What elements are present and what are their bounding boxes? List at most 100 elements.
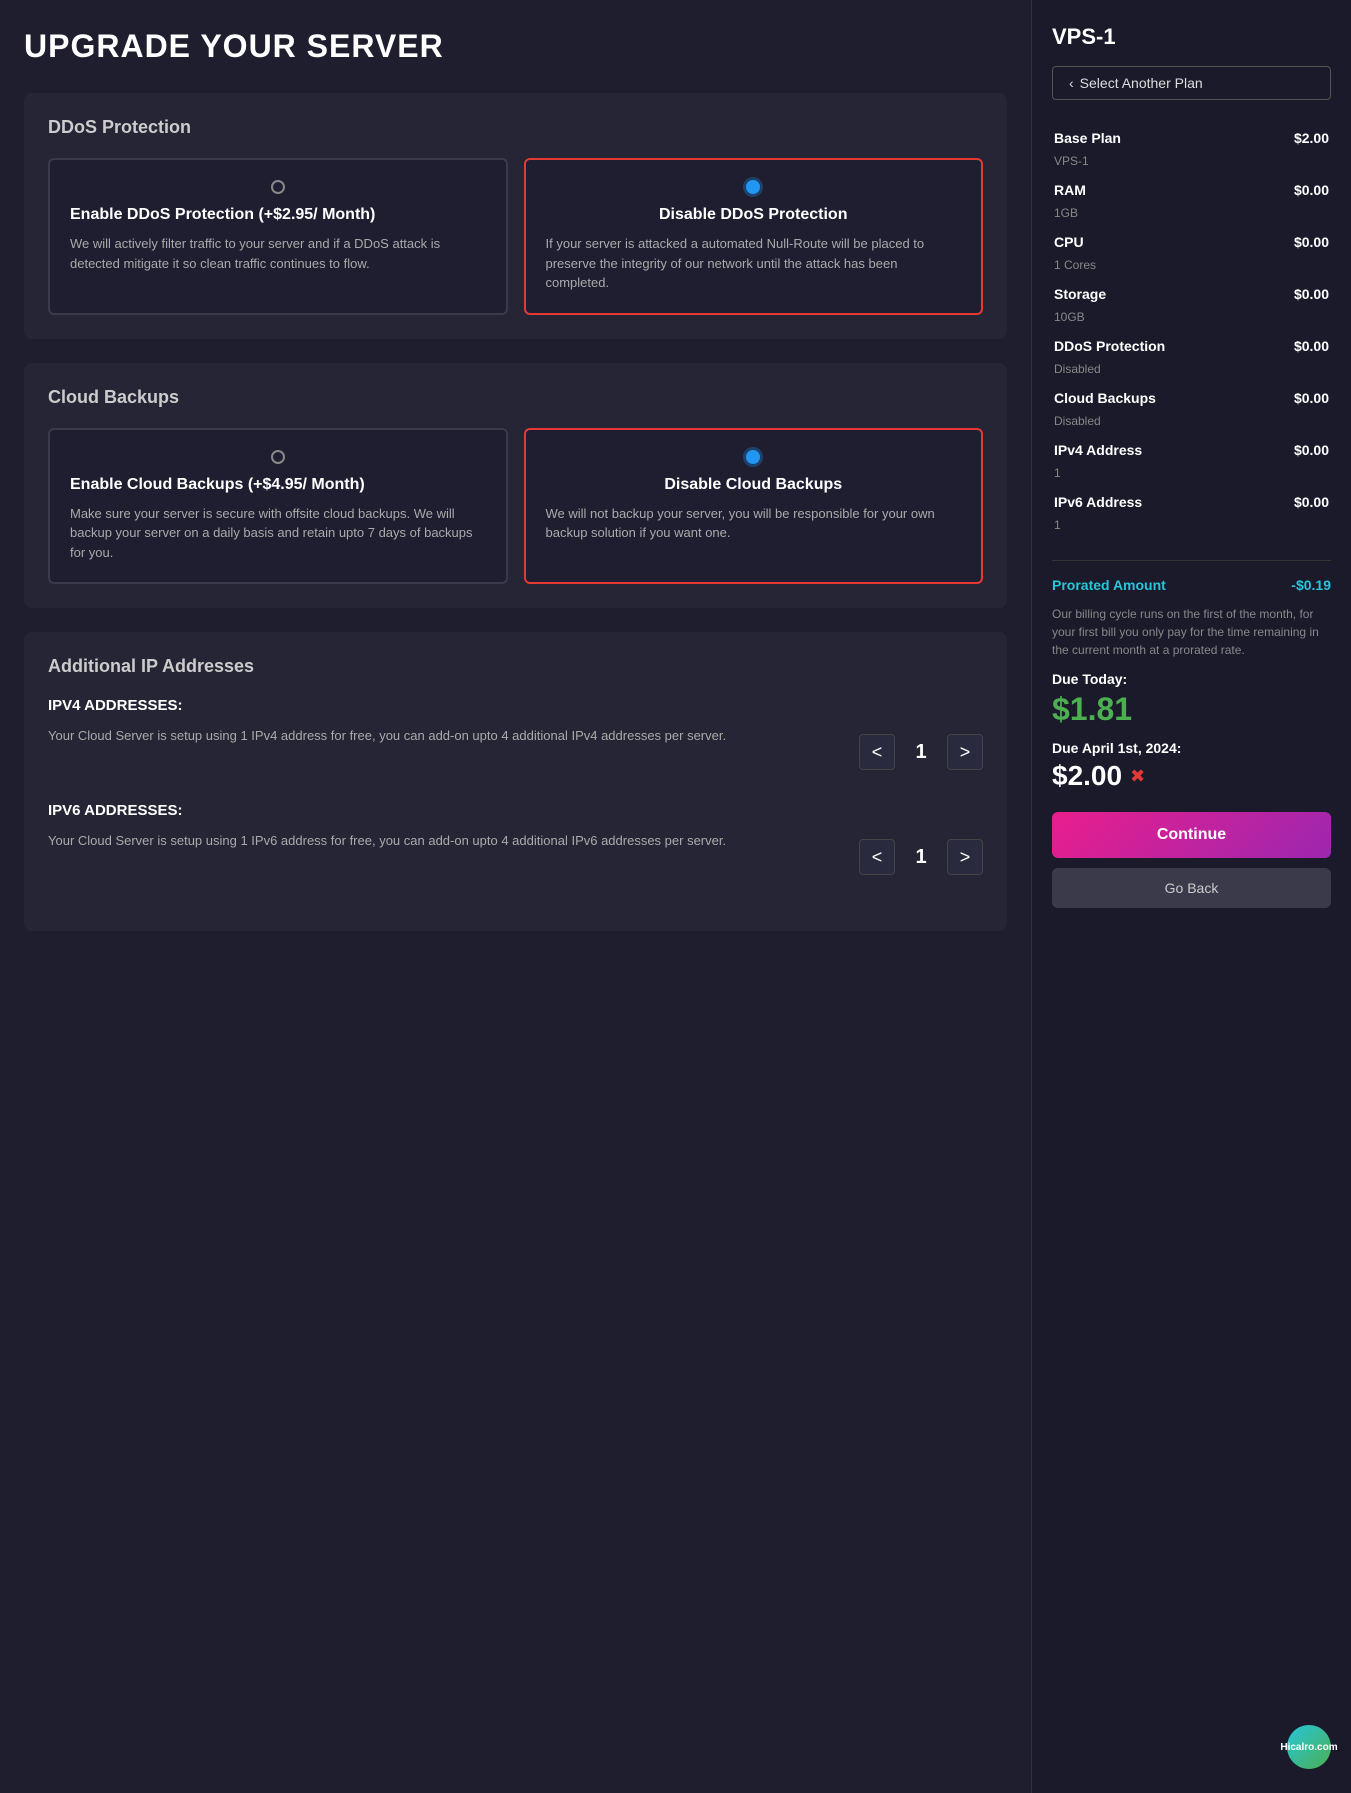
price-row-label-3: Storage	[1052, 280, 1260, 308]
price-sub-label-6: 1	[1052, 464, 1331, 488]
ipv6-next-btn[interactable]: >	[947, 839, 983, 875]
ipv4-stepper: < 1 >	[859, 734, 983, 770]
price-row-label-7: IPv6 Address	[1052, 488, 1260, 516]
ipv6-label: IPV6 ADDRESSES:	[48, 802, 983, 819]
chevron-left-icon: ‹	[1069, 75, 1074, 91]
due-later-row: $2.00 ✖	[1052, 760, 1331, 792]
price-sub-row-3: 10GB	[1052, 308, 1331, 332]
strikethrough-icon: ✖	[1130, 766, 1145, 787]
price-row-value-7: $0.00	[1260, 488, 1331, 516]
price-row-4: DDoS Protection $0.00	[1052, 332, 1331, 360]
price-row-value-2: $0.00	[1260, 228, 1331, 256]
ddos-enable-card[interactable]: Enable DDoS Protection (+$2.95/ Month) W…	[48, 158, 508, 315]
page-title: UPGRADE YOUR SERVER	[24, 28, 1007, 65]
ip-section-title: Additional IP Addresses	[48, 656, 983, 677]
price-sub-row-1: 1GB	[1052, 204, 1331, 228]
left-panel: UPGRADE YOUR SERVER DDoS Protection Enab…	[0, 0, 1031, 1793]
price-divider	[1052, 560, 1331, 561]
due-later-amount: $2.00	[1052, 760, 1122, 792]
price-row-value-1: $0.00	[1260, 176, 1331, 204]
ipv4-prev-btn[interactable]: <	[859, 734, 895, 770]
price-row-label-1: RAM	[1052, 176, 1260, 204]
price-sub-label-1: 1GB	[1052, 204, 1331, 228]
hicalro-logo: Hicalro.com	[1287, 1725, 1331, 1769]
price-row-label-0: Base Plan	[1052, 124, 1260, 152]
price-sub-row-0: VPS-1	[1052, 152, 1331, 176]
due-later-label: Due April 1st, 2024:	[1052, 740, 1331, 756]
price-row-value-0: $2.00	[1260, 124, 1331, 152]
goback-button[interactable]: Go Back	[1052, 868, 1331, 908]
price-row-value-4: $0.00	[1260, 332, 1331, 360]
ipv6-stepper: < 1 >	[859, 839, 983, 875]
price-row-label-6: IPv4 Address	[1052, 436, 1260, 464]
price-row-3: Storage $0.00	[1052, 280, 1331, 308]
price-sub-label-0: VPS-1	[1052, 152, 1331, 176]
price-row-label-4: DDoS Protection	[1052, 332, 1260, 360]
ipv6-desc: Your Cloud Server is setup using 1 IPv6 …	[48, 831, 835, 852]
price-row-1: RAM $0.00	[1052, 176, 1331, 204]
backup-disable-card[interactable]: Disable Cloud Backups We will not backup…	[524, 428, 984, 585]
backups-section-title: Cloud Backups	[48, 387, 983, 408]
backup-enable-title: Enable Cloud Backups (+$4.95/ Month)	[70, 476, 486, 494]
continue-button[interactable]: Continue	[1052, 812, 1331, 858]
backup-disable-desc: We will not backup your server, you will…	[546, 504, 962, 543]
price-row-2: CPU $0.00	[1052, 228, 1331, 256]
price-sub-row-6: 1	[1052, 464, 1331, 488]
backups-section: Cloud Backups Enable Cloud Backups (+$4.…	[24, 363, 1007, 609]
due-today-label: Due Today:	[1052, 671, 1331, 687]
logo-text: Hicalro.com	[1280, 1742, 1337, 1753]
price-row-6: IPv4 Address $0.00	[1052, 436, 1331, 464]
ipv6-row: Your Cloud Server is setup using 1 IPv6 …	[48, 831, 983, 875]
right-panel: VPS-1 ‹ Select Another Plan Base Plan $2…	[1031, 0, 1351, 1793]
ddos-options-row: Enable DDoS Protection (+$2.95/ Month) W…	[48, 158, 983, 315]
select-plan-button[interactable]: ‹ Select Another Plan	[1052, 66, 1331, 100]
ddos-section-title: DDoS Protection	[48, 117, 983, 138]
price-row-5: Cloud Backups $0.00	[1052, 384, 1331, 412]
logo-area: Hicalro.com	[1052, 1705, 1331, 1769]
due-today-amount: $1.81	[1052, 691, 1331, 728]
price-row-7: IPv6 Address $0.00	[1052, 488, 1331, 516]
ipv4-row: Your Cloud Server is setup using 1 IPv4 …	[48, 726, 983, 770]
price-sub-label-2: 1 Cores	[1052, 256, 1331, 280]
ipv6-prev-btn[interactable]: <	[859, 839, 895, 875]
ipv4-desc: Your Cloud Server is setup using 1 IPv4 …	[48, 726, 835, 747]
price-row-label-2: CPU	[1052, 228, 1260, 256]
price-row-value-3: $0.00	[1260, 280, 1331, 308]
ddos-disable-title: Disable DDoS Protection	[546, 206, 962, 224]
ip-section: Additional IP Addresses IPV4 ADDRESSES: …	[24, 632, 1007, 931]
backup-enable-desc: Make sure your server is secure with off…	[70, 504, 486, 563]
prorated-row: Prorated Amount -$0.19	[1052, 577, 1331, 593]
ddos-section: DDoS Protection Enable DDoS Protection (…	[24, 93, 1007, 339]
price-row-value-6: $0.00	[1260, 436, 1331, 464]
price-sub-label-3: 10GB	[1052, 308, 1331, 332]
backups-options-row: Enable Cloud Backups (+$4.95/ Month) Mak…	[48, 428, 983, 585]
price-row-0: Base Plan $2.00	[1052, 124, 1331, 152]
backup-disable-title: Disable Cloud Backups	[546, 476, 962, 494]
price-sub-row-7: 1	[1052, 516, 1331, 540]
price-sub-label-7: 1	[1052, 516, 1331, 540]
price-sub-row-4: Disabled	[1052, 360, 1331, 384]
ddos-disable-desc: If your server is attacked a automated N…	[546, 234, 962, 293]
ipv4-value: 1	[911, 741, 931, 764]
ddos-disable-radio	[746, 180, 760, 194]
price-sub-label-5: Disabled	[1052, 412, 1331, 436]
prorated-label: Prorated Amount	[1052, 577, 1166, 593]
backup-enable-radio	[271, 450, 285, 464]
ddos-enable-radio	[271, 180, 285, 194]
select-plan-label: Select Another Plan	[1080, 75, 1203, 91]
price-table: Base Plan $2.00 VPS-1 RAM $0.00 1GB CPU …	[1052, 124, 1331, 540]
vps-title: VPS-1	[1052, 24, 1331, 50]
backup-disable-radio	[746, 450, 760, 464]
ipv4-next-btn[interactable]: >	[947, 734, 983, 770]
price-row-label-5: Cloud Backups	[1052, 384, 1260, 412]
ddos-disable-card[interactable]: Disable DDoS Protection If your server i…	[524, 158, 984, 315]
billing-note: Our billing cycle runs on the first of t…	[1052, 605, 1331, 659]
price-sub-label-4: Disabled	[1052, 360, 1331, 384]
ddos-enable-title: Enable DDoS Protection (+$2.95/ Month)	[70, 206, 486, 224]
price-sub-row-5: Disabled	[1052, 412, 1331, 436]
price-row-value-5: $0.00	[1260, 384, 1331, 412]
ddos-enable-desc: We will actively filter traffic to your …	[70, 234, 486, 273]
ipv4-label: IPV4 ADDRESSES:	[48, 697, 983, 714]
backup-enable-card[interactable]: Enable Cloud Backups (+$4.95/ Month) Mak…	[48, 428, 508, 585]
prorated-value: -$0.19	[1291, 577, 1331, 593]
